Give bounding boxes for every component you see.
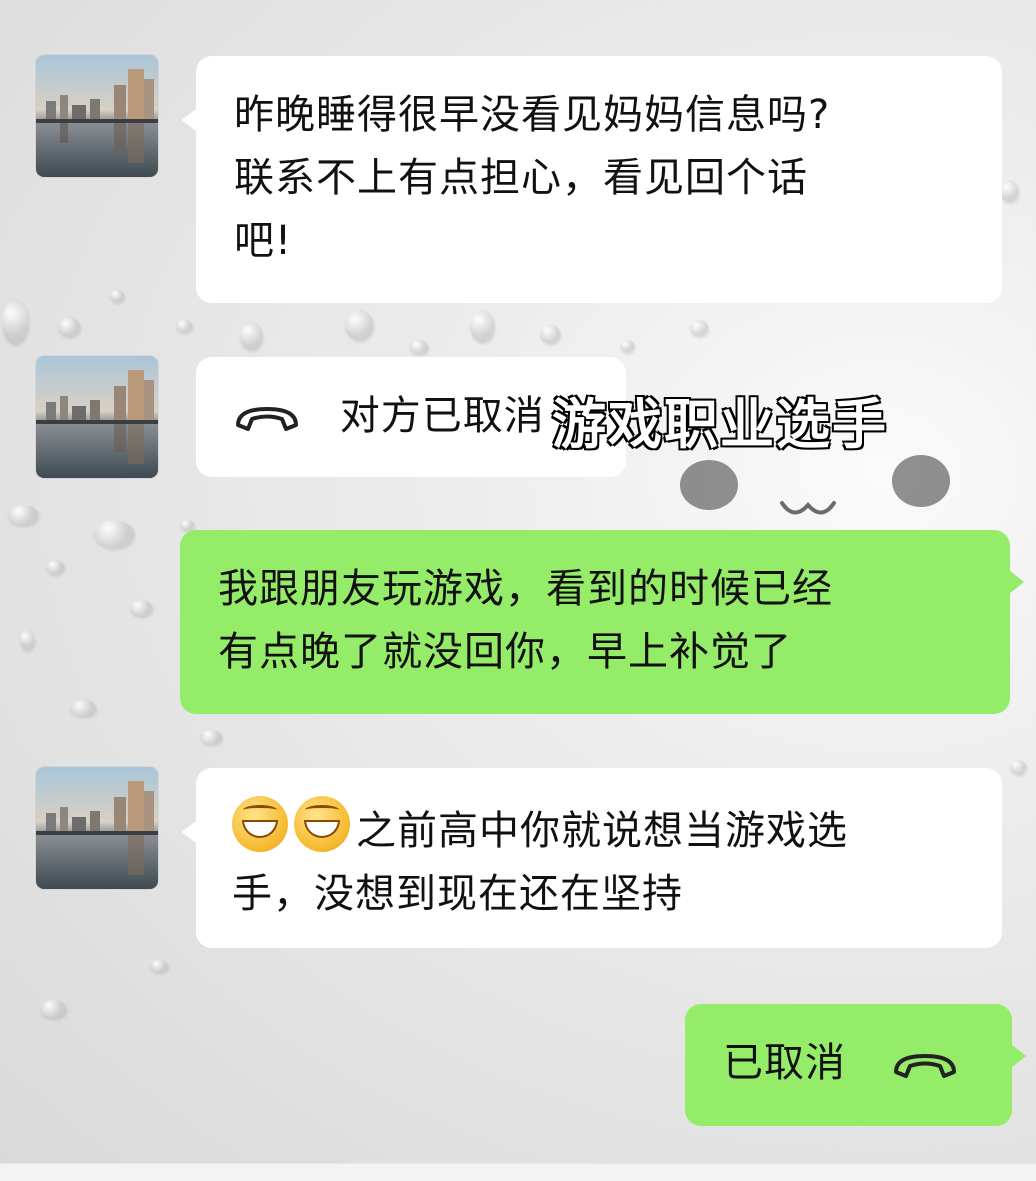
grinning-face-emoji bbox=[232, 796, 288, 852]
message-text-line: 我跟朋友玩游戏，看到的时候已经 bbox=[218, 566, 833, 612]
wallpaper-face bbox=[680, 455, 980, 535]
overlay-caption: 游戏职业选手 bbox=[551, 392, 888, 457]
call-status-text: 已取消 bbox=[723, 1040, 846, 1086]
grinning-face-emoji bbox=[294, 796, 350, 852]
message-text-line: 有点晚了就没回你，早上补觉了 bbox=[218, 629, 792, 675]
message-text-fragment: 之前高中你就说想当游戏选 bbox=[356, 808, 848, 854]
avatar-cityscape-image bbox=[36, 356, 158, 478]
bottom-bar bbox=[0, 1163, 1036, 1181]
message-text-line: 昨晚睡得很早没看见妈妈信息吗? bbox=[234, 92, 831, 138]
message-text-line: 手，没想到现在还在坚持 bbox=[232, 871, 683, 917]
phone-hangup-icon bbox=[893, 1054, 956, 1078]
message-bubble-received[interactable]: 昨晚睡得很早没看见妈妈信息吗? 联系不上有点担心，看见回个话 吧! bbox=[182, 56, 1002, 303]
message-text-line: 吧! bbox=[234, 218, 293, 264]
message-bubble-received[interactable]: 之前高中你就说想当游戏选 手，没想到现在还在坚持 bbox=[182, 768, 1002, 948]
contact-avatar[interactable] bbox=[36, 356, 158, 478]
avatar-cityscape-image bbox=[36, 767, 158, 889]
message-text-line: 之前高中你就说想当游戏选 bbox=[232, 796, 982, 863]
message-text-line: 联系不上有点担心，看见回个话 bbox=[234, 155, 808, 201]
call-record-bubble[interactable]: 已取消 bbox=[685, 1004, 1026, 1126]
phone-hangup-icon bbox=[236, 407, 298, 431]
avatar-cityscape-image bbox=[36, 55, 158, 177]
contact-avatar[interactable] bbox=[36, 55, 158, 177]
message-bubble-sent[interactable]: 我跟朋友玩游戏，看到的时候已经 有点晚了就没回你，早上补觉了 bbox=[180, 530, 1024, 714]
contact-avatar[interactable] bbox=[36, 767, 158, 889]
call-status-text: 对方已取消 bbox=[339, 393, 545, 439]
